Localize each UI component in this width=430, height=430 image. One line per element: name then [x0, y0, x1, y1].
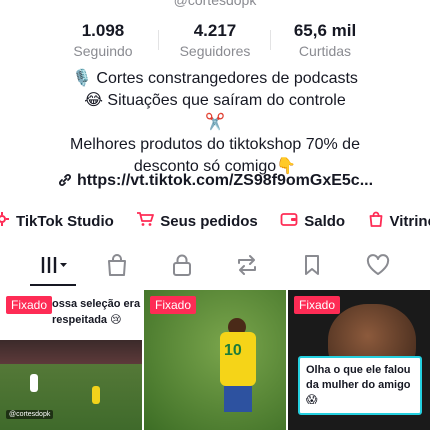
- profile-stats: 1.098 Seguindo 4.217 Seguidores 65,6 mil…: [0, 20, 430, 64]
- video-caption: Olha o que ele falou da mulher do amigo …: [298, 356, 422, 415]
- tiktok-studio-label: TikTok Studio: [16, 212, 114, 230]
- stat-followers[interactable]: 4.217 Seguidores: [160, 20, 270, 60]
- likes-count: 65,6 mil: [293, 21, 357, 40]
- repost-icon: [235, 254, 259, 281]
- cart-icon: [136, 211, 160, 231]
- orders-button[interactable]: Seus pedidos: [136, 207, 258, 235]
- video-frame-crowd: [0, 340, 142, 364]
- profile-bio: 🎙️ Cortes constrangedores de podcasts 😂 …: [0, 68, 430, 178]
- bio-line: 😂 Situações que saíram do controle: [84, 92, 346, 109]
- video-caption: ossa seleção era respeitada 😢: [52, 296, 142, 328]
- player-figure: [30, 374, 38, 392]
- tab-favorites[interactable]: [292, 252, 332, 282]
- video-watermark: @cortesdopk: [6, 410, 54, 419]
- video-thumbnail[interactable]: Fixado Olha o que ele falou da mulher do…: [288, 290, 430, 430]
- heart-icon: [366, 253, 390, 281]
- showcase-label: Vitrine: [389, 212, 430, 230]
- link-icon: [57, 172, 73, 193]
- following-count: 1.098: [81, 21, 125, 40]
- wallet-icon: [280, 211, 304, 231]
- balance-button[interactable]: Saldo: [280, 207, 345, 235]
- video-thumbnail[interactable]: 10 Fixado: [144, 290, 286, 430]
- tab-reposts[interactable]: [227, 252, 267, 282]
- player-figure: [92, 386, 100, 404]
- orders-label: Seus pedidos: [160, 212, 258, 230]
- active-tab-indicator: [30, 284, 76, 286]
- video-grid: ossa seleção era respeitada 😢 Fixado @co…: [0, 290, 430, 430]
- pinned-badge: Fixado: [6, 296, 53, 314]
- profile-handle: @cortesdopk: [173, 0, 257, 8]
- followers-label: Seguidores: [179, 43, 251, 59]
- tab-private[interactable]: [162, 252, 202, 282]
- stat-likes[interactable]: 65,6 mil Curtidas: [270, 20, 380, 60]
- pinned-badge: Fixado: [150, 296, 197, 314]
- tab-videos[interactable]: [34, 252, 74, 282]
- stat-divider: [158, 30, 159, 50]
- shopping-bag-icon: [368, 211, 390, 231]
- bio-line: Melhores produtos do tiktokshop 70% de: [70, 136, 360, 153]
- tiktok-studio-icon: [0, 211, 16, 231]
- shop-bag-icon: [106, 253, 128, 282]
- video-thumbnail[interactable]: ossa seleção era respeitada 😢 Fixado @co…: [0, 290, 142, 430]
- tab-liked[interactable]: [358, 252, 398, 282]
- lock-icon: [171, 253, 193, 282]
- bio-line: 🎙️ Cortes constrangedores de podcasts: [72, 70, 358, 87]
- balance-label: Saldo: [304, 212, 346, 230]
- tab-shop[interactable]: [97, 252, 137, 282]
- player-shorts: [224, 386, 252, 412]
- bookmark-icon: [302, 253, 322, 282]
- profile-tabs: [0, 252, 430, 282]
- bio-link-text: https://vt.tiktok.com/ZS98f9omGxE5c...: [76, 172, 374, 189]
- jersey-number: 10: [224, 342, 242, 359]
- pinned-badge: Fixado: [294, 296, 341, 314]
- bio-line: ✂️: [205, 114, 225, 131]
- stat-following[interactable]: 1.098 Seguindo: [48, 20, 158, 60]
- likes-label: Curtidas: [298, 43, 352, 59]
- videos-grid-icon: [39, 254, 69, 281]
- bio-link[interactable]: https://vt.tiktok.com/ZS98f9omGxE5c...: [0, 172, 430, 193]
- tiktok-studio-button[interactable]: TikTok Studio: [0, 207, 114, 235]
- profile-actions: TikTok Studio Seus pedidos Saldo Vitrine: [0, 207, 430, 235]
- followers-count: 4.217: [193, 21, 237, 40]
- showcase-button[interactable]: Vitrine: [368, 207, 430, 235]
- following-label: Seguindo: [73, 43, 133, 59]
